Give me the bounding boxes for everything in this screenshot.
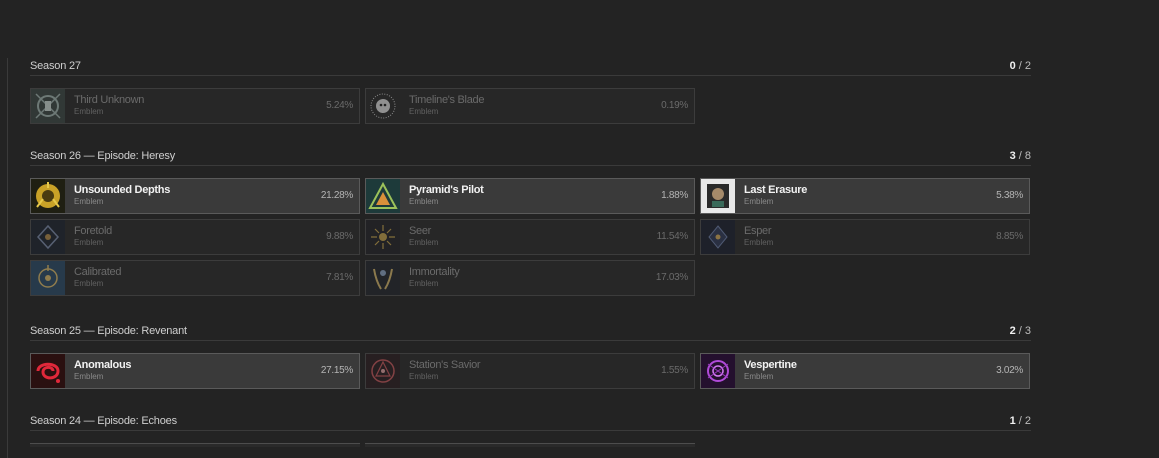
emblem-card[interactable]: Immortality Emblem 17.03% bbox=[365, 260, 695, 296]
emblem-type: Emblem bbox=[744, 197, 774, 206]
emblem-card[interactable]: Vespertine Emblem 3.02% bbox=[700, 353, 1030, 389]
section-count: 3 / 8 bbox=[1009, 150, 1031, 162]
emblem-card[interactable]: Unsounded Depths Emblem 21.28% bbox=[30, 178, 360, 214]
emblem-rarity: 5.24% bbox=[326, 100, 353, 111]
season-section: Season 26 — Episode: Heresy 3 / 8 Unsoun… bbox=[30, 148, 1031, 323]
foretold-emblem-icon bbox=[30, 219, 66, 255]
section-count: 0 / 2 bbox=[1009, 60, 1031, 72]
section-count: 2 / 3 bbox=[1009, 325, 1031, 337]
emblem-rarity: 5.38% bbox=[996, 190, 1023, 201]
emblem-rarity: 1.88% bbox=[661, 190, 688, 201]
section-title: Season 26 — Episode: Heresy bbox=[30, 150, 176, 162]
timelines-blade-emblem-icon bbox=[365, 88, 401, 124]
season-section: Season 27 0 / 2 Third Unknown Emblem 5.2… bbox=[30, 58, 1031, 148]
last-erasure-emblem-icon bbox=[700, 178, 736, 214]
section-title: Season 27 bbox=[30, 60, 81, 72]
section-title: Season 25 — Episode: Revenant bbox=[30, 325, 187, 337]
stations-savior-emblem-icon bbox=[365, 353, 401, 389]
emblem-name: Third Unknown bbox=[74, 94, 145, 106]
emblem-name: Foretold bbox=[74, 225, 112, 237]
emblem-rarity: 8.85% bbox=[996, 231, 1023, 242]
emblem-rarity: 17.03% bbox=[655, 272, 688, 283]
collection-list: Season 27 0 / 2 Third Unknown Emblem 5.2… bbox=[30, 58, 1031, 447]
section-count: 1 / 2 bbox=[1009, 415, 1031, 427]
emblem-card-partial[interactable] bbox=[365, 443, 695, 447]
emblem-card[interactable]: Third Unknown Emblem 5.24% bbox=[30, 88, 360, 124]
emblem-type: Emblem bbox=[409, 372, 439, 381]
emblem-type: Emblem bbox=[409, 197, 439, 206]
section-header: Season 24 — Episode: Echoes 1 / 2 bbox=[30, 413, 1031, 431]
vespertine-emblem-icon bbox=[700, 353, 736, 389]
emblem-name: Last Erasure bbox=[744, 184, 808, 196]
section-header: Season 26 — Episode: Heresy 3 / 8 bbox=[30, 148, 1031, 166]
emblem-type: Emblem bbox=[74, 197, 104, 206]
emblem-name: Unsounded Depths bbox=[74, 184, 171, 196]
section-title: Season 24 — Episode: Echoes bbox=[30, 415, 177, 427]
emblem-type: Emblem bbox=[744, 238, 774, 247]
emblem-type: Emblem bbox=[409, 279, 439, 288]
emblem-card[interactable]: Calibrated Emblem 7.81% bbox=[30, 260, 360, 296]
season-section: Season 24 — Episode: Echoes 1 / 2 bbox=[30, 413, 1031, 447]
anomalous-emblem-icon bbox=[30, 353, 66, 389]
emblem-rarity: 7.81% bbox=[326, 272, 353, 283]
emblem-card[interactable]: Pyramid's Pilot Emblem 1.88% bbox=[365, 178, 695, 214]
pyramids-pilot-emblem-icon bbox=[365, 178, 401, 214]
emblem-type: Emblem bbox=[74, 372, 104, 381]
emblem-type: Emblem bbox=[409, 107, 439, 116]
emblem-card[interactable]: Anomalous Emblem 27.15% bbox=[30, 353, 360, 389]
left-divider bbox=[7, 58, 8, 458]
section-header: Season 27 0 / 2 bbox=[30, 58, 1031, 76]
emblem-name: Timeline's Blade bbox=[409, 94, 485, 106]
calibrated-emblem-icon bbox=[30, 260, 66, 296]
emblem-rarity: 9.88% bbox=[326, 231, 353, 242]
emblem-card[interactable]: Esper Emblem 8.85% bbox=[700, 219, 1030, 255]
emblem-card[interactable]: Timeline's Blade Emblem 0.19% bbox=[365, 88, 695, 124]
third-unknown-emblem-icon bbox=[30, 88, 66, 124]
emblem-name: Esper bbox=[744, 225, 772, 237]
season-section: Season 25 — Episode: Revenant 2 / 3 Anom… bbox=[30, 323, 1031, 413]
emblem-rarity: 3.02% bbox=[996, 365, 1023, 376]
emblem-type: Emblem bbox=[409, 238, 439, 247]
emblem-rarity: 0.19% bbox=[661, 100, 688, 111]
emblem-card[interactable]: Last Erasure Emblem 5.38% bbox=[700, 178, 1030, 214]
emblem-name: Vespertine bbox=[744, 359, 797, 371]
emblem-card-partial[interactable] bbox=[30, 443, 360, 447]
emblem-type: Emblem bbox=[74, 238, 104, 247]
emblem-rarity: 11.54% bbox=[656, 231, 689, 242]
emblem-name: Anomalous bbox=[74, 359, 132, 371]
emblem-rarity: 21.28% bbox=[320, 190, 353, 201]
seer-emblem-icon bbox=[365, 219, 401, 255]
emblem-rarity: 1.55% bbox=[661, 365, 688, 376]
emblem-type: Emblem bbox=[74, 107, 104, 116]
emblem-card[interactable]: Seer Emblem 11.54% bbox=[365, 219, 695, 255]
emblem-row-partial bbox=[30, 443, 1031, 447]
emblem-name: Immortality bbox=[409, 266, 460, 278]
emblem-rarity: 27.15% bbox=[320, 365, 353, 376]
unsounded-depths-emblem-icon bbox=[30, 178, 66, 214]
emblem-type: Emblem bbox=[74, 279, 104, 288]
emblem-type: Emblem bbox=[744, 372, 774, 381]
emblem-name: Seer bbox=[409, 225, 432, 237]
emblem-card[interactable]: Station's Savior Emblem 1.55% bbox=[365, 353, 695, 389]
emblem-name: Calibrated bbox=[74, 266, 122, 278]
esper-emblem-icon bbox=[700, 219, 736, 255]
emblem-name: Station's Savior bbox=[409, 359, 481, 371]
emblem-name: Pyramid's Pilot bbox=[409, 184, 484, 196]
immortality-emblem-icon bbox=[365, 260, 401, 296]
section-header: Season 25 — Episode: Revenant 2 / 3 bbox=[30, 323, 1031, 341]
emblem-card[interactable]: Foretold Emblem 9.88% bbox=[30, 219, 360, 255]
